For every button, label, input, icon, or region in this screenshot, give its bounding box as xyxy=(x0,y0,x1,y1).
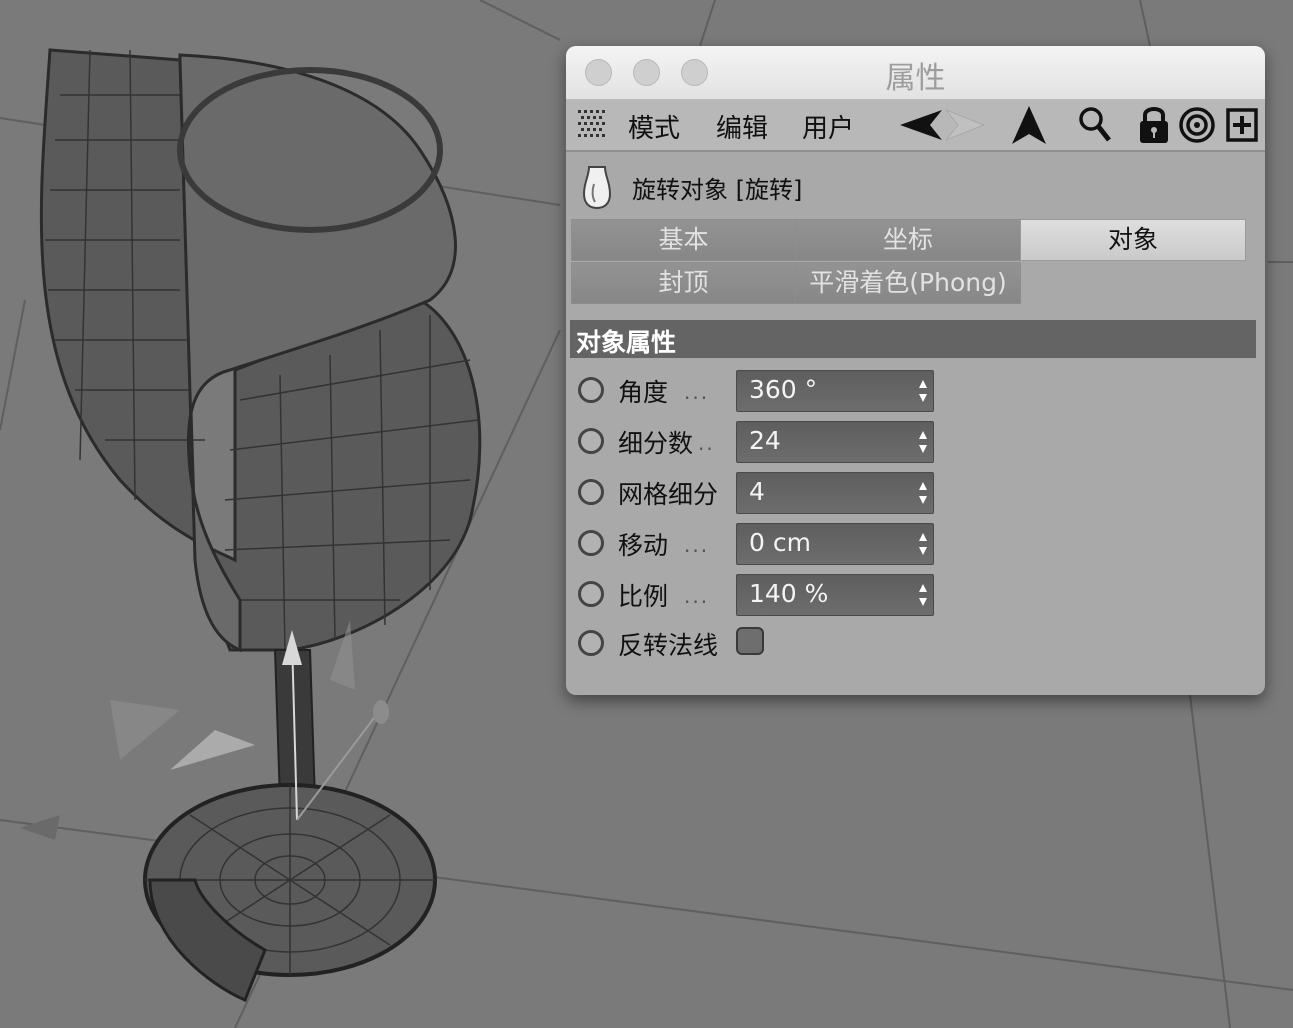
spinner-arrows-icon[interactable] xyxy=(918,583,928,607)
menu-edit[interactable]: 编辑 xyxy=(716,108,768,145)
back-arrow-icon[interactable] xyxy=(900,108,944,142)
param-label: 网格细分 xyxy=(618,480,719,509)
param-row-angle: 角度 ... 360 ° xyxy=(566,368,1265,416)
param-label: 角度 xyxy=(618,378,669,407)
param-label: 移动 xyxy=(618,531,669,560)
movement-field[interactable]: 0 cm xyxy=(736,523,934,565)
animate-radio[interactable] xyxy=(578,428,604,454)
tab-basic[interactable]: 基本 xyxy=(571,219,796,261)
subdivisions-field[interactable]: 24 xyxy=(736,421,934,463)
tab-caps[interactable]: 封顶 xyxy=(571,262,796,304)
param-dots: ... xyxy=(684,584,710,608)
attributes-panel: 属性 模式 编辑 用户 旋转对象 [旋转] 基本 坐标 对象 封顶 平滑着色(P… xyxy=(566,46,1265,695)
param-row-isoparm: 网格细分 4 xyxy=(566,470,1265,518)
param-row-flip-normals: 反转法线 xyxy=(566,621,1265,669)
param-row-movement: 移动 ... 0 cm xyxy=(566,521,1265,569)
menu-bar: 模式 编辑 用户 xyxy=(566,100,1265,152)
target-icon[interactable] xyxy=(1178,106,1216,144)
param-label: 细分数 xyxy=(618,429,694,458)
forward-arrow-icon[interactable] xyxy=(946,108,986,142)
spinner-arrows-icon[interactable] xyxy=(918,430,928,454)
menu-mode[interactable]: 模式 xyxy=(628,108,680,145)
param-row-subdivisions: 细分数 .. 24 xyxy=(566,419,1265,467)
param-dots: ... xyxy=(684,380,710,404)
param-value: 360 ° xyxy=(749,375,818,404)
param-row-scaling: 比例 ... 140 % xyxy=(566,572,1265,620)
tab-object[interactable]: 对象 xyxy=(1020,219,1246,261)
param-value: 24 xyxy=(749,426,781,455)
animate-radio[interactable] xyxy=(578,479,604,505)
section-header: 对象属性 xyxy=(570,320,1256,358)
tab-coord[interactable]: 坐标 xyxy=(795,219,1021,261)
search-icon[interactable] xyxy=(1078,106,1112,144)
param-label: 反转法线 xyxy=(618,631,719,660)
spinner-arrows-icon[interactable] xyxy=(918,481,928,505)
z-axis-handle xyxy=(373,700,389,724)
tab-phong[interactable]: 平滑着色(Phong) xyxy=(795,262,1021,304)
flip-normals-checkbox[interactable] xyxy=(736,627,764,655)
param-dots: ... xyxy=(684,533,710,557)
scaling-field[interactable]: 140 % xyxy=(736,574,934,616)
lathe-object-icon xyxy=(582,166,612,210)
spinner-arrows-icon[interactable] xyxy=(918,532,928,556)
animate-radio[interactable] xyxy=(578,630,604,656)
panel-grip-icon[interactable] xyxy=(578,110,608,138)
param-dots: .. xyxy=(698,431,715,455)
param-value: 140 % xyxy=(749,579,829,608)
animate-radio[interactable] xyxy=(578,377,604,403)
animate-radio[interactable] xyxy=(578,530,604,556)
animate-radio[interactable] xyxy=(578,581,604,607)
title-bar[interactable]: 属性 xyxy=(566,46,1265,100)
param-value: 4 xyxy=(749,477,765,506)
spinner-arrows-icon[interactable] xyxy=(918,379,928,403)
new-panel-icon[interactable] xyxy=(1226,106,1258,144)
section-title: 对象属性 xyxy=(576,328,677,357)
object-header: 旋转对象 [旋转] xyxy=(566,152,1265,216)
isoparm-field[interactable]: 4 xyxy=(736,472,934,514)
angle-field[interactable]: 360 ° xyxy=(736,370,934,412)
object-title: 旋转对象 [旋转] xyxy=(632,176,803,204)
window-title: 属性 xyxy=(885,61,946,96)
menu-user[interactable]: 用户 xyxy=(802,108,854,145)
up-arrow-icon[interactable] xyxy=(1010,104,1048,146)
param-value: 0 cm xyxy=(749,528,811,557)
param-label: 比例 xyxy=(618,582,669,611)
lock-icon[interactable] xyxy=(1138,104,1170,144)
